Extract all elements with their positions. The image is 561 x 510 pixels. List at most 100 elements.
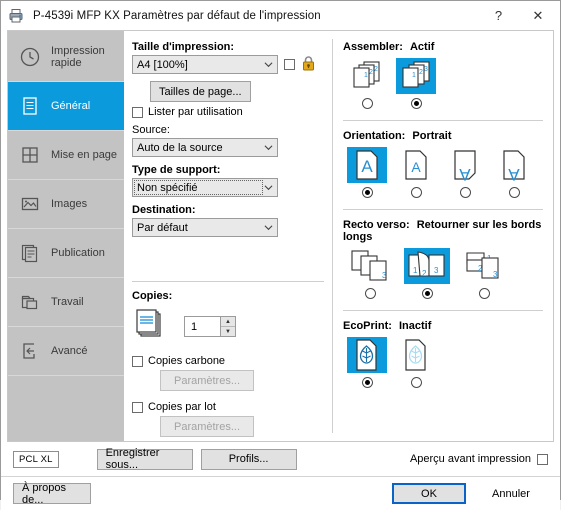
destination-label: Destination: (132, 204, 196, 216)
print-size-checkbox[interactable] (284, 59, 295, 70)
ecoprint-off-radio[interactable] (361, 377, 373, 388)
orientation-option-landscape-rotated[interactable]: A (494, 147, 534, 198)
left-pane-divider (132, 281, 324, 282)
orientation-option-portrait-rotated[interactable]: A (396, 147, 436, 198)
sidebar-item-mise-en-page[interactable]: Mise en page (8, 131, 124, 180)
carbon-copies-row[interactable]: Copies carbone (132, 355, 324, 367)
destination-value: Par défaut (137, 221, 188, 234)
duplex-off-radio[interactable] (364, 288, 376, 299)
sidebar-item-general[interactable]: Général (8, 82, 124, 131)
svg-text:3: 3 (424, 66, 428, 73)
ecoprint-option-off[interactable] (347, 337, 387, 388)
duplex-option-short-edge[interactable]: 1 2 3 (461, 248, 507, 299)
ecoprint-on-radio[interactable] (410, 377, 422, 388)
svg-text:3: 3 (382, 271, 387, 280)
svg-text:3: 3 (434, 266, 439, 275)
stacked-copies-icon (134, 308, 168, 345)
chevron-down-icon (264, 225, 273, 231)
batch-copies-row[interactable]: Copies par lot (132, 401, 324, 413)
ecoprint-value: Inactif (398, 320, 432, 332)
duplex-long-edge-icon: 1 2 3 (404, 248, 450, 284)
duplex-option-off[interactable]: 1 2 3 (347, 248, 393, 299)
list-by-use-row[interactable]: Lister par utilisation (132, 106, 324, 118)
orientation-value: Portrait (412, 130, 452, 142)
print-preview-checkbox[interactable] (537, 453, 548, 465)
collate-on-radio[interactable] (410, 98, 422, 109)
document-icon (18, 94, 42, 118)
svg-text:2: 2 (419, 69, 423, 76)
orientation-portrait-radio[interactable] (361, 187, 373, 198)
collate-title-label: Assembler: (343, 41, 403, 53)
collate-options: 2 2 1 3 2 1 (347, 58, 543, 109)
sidebar-item-publication[interactable]: Publication (8, 229, 124, 278)
duplex-long-edge-radio[interactable] (421, 288, 433, 299)
copies-stepper-buttons: ▲ ▼ (220, 317, 235, 336)
job-folder-icon (18, 290, 42, 314)
batch-copies-label: Copies par lot (148, 401, 216, 413)
duplex-divider (343, 310, 543, 311)
sidebar-item-label: Général (51, 99, 91, 112)
duplex-short-edge-radio[interactable] (478, 288, 490, 299)
destination-select[interactable]: Par défaut (132, 218, 278, 237)
media-type-select[interactable]: Non spécifié (132, 178, 278, 197)
page-sizes-button[interactable]: Tailles de page... (150, 81, 251, 102)
save-as-button[interactable]: Enregistrer sous... (96, 447, 193, 471)
picture-icon (18, 192, 42, 216)
orientation-option-landscape[interactable]: A (445, 147, 485, 198)
footer-buttons-row: À propos de... OK Annuler (1, 476, 560, 510)
collate-on-icon: 3 2 1 (396, 58, 436, 94)
collate-group-title: Assembler: Actif (343, 41, 543, 53)
orientation-portrait-rotated-radio[interactable] (410, 187, 422, 198)
ecoprint-group-title: EcoPrint: Inactif (343, 320, 543, 332)
profiles-button[interactable]: Profils... (200, 448, 297, 470)
svg-text:3: 3 (493, 270, 498, 279)
copies-decrement-button[interactable]: ▼ (221, 327, 235, 336)
close-button[interactable]: ✕ (516, 2, 560, 30)
sidebar-item-impression-rapide[interactable]: Impression rapide (8, 33, 124, 82)
collate-option-off[interactable]: 2 2 1 (347, 58, 387, 109)
collate-off-radio[interactable] (361, 98, 373, 109)
left-settings-pane: Taille d'impression: A4 [100%] Tailles d… (124, 31, 332, 441)
cancel-button[interactable]: Annuler (474, 483, 548, 504)
copies-increment-button[interactable]: ▲ (221, 317, 235, 327)
carbon-copies-settings-button: Paramètres... (160, 370, 254, 391)
svg-text:A: A (508, 165, 520, 182)
duplex-off-icon: 1 2 3 (347, 248, 393, 284)
dialog-body: Impression rapide Général Mise en page I… (1, 30, 560, 442)
orientation-options: A A A A (347, 147, 543, 198)
sidebar-item-avance[interactable]: Avancé (8, 327, 124, 376)
orientation-landscape-radio[interactable] (459, 187, 471, 198)
svg-text:A: A (411, 159, 421, 175)
sidebar-item-images[interactable]: Images (8, 180, 124, 229)
orientation-landscape-rotated-radio[interactable] (508, 187, 520, 198)
duplex-options: 1 2 3 (347, 248, 543, 299)
title-bar: P-4539i MFP KX Paramètres par défaut de … (1, 1, 560, 30)
chevron-down-icon (264, 185, 273, 191)
ecoprint-options (347, 337, 543, 388)
source-select[interactable]: Auto de la source (132, 138, 278, 157)
media-type-value: Non spécifié (137, 181, 198, 194)
print-size-select[interactable]: A4 [100%] (132, 55, 278, 74)
svg-text:A: A (361, 157, 373, 176)
copies-stepper[interactable]: 1 ▲ ▼ (184, 316, 236, 337)
about-button[interactable]: À propos de... (13, 482, 91, 506)
svg-text:2: 2 (374, 66, 378, 73)
list-by-use-checkbox[interactable] (132, 106, 143, 118)
portrait-rotated-icon: A (396, 147, 436, 183)
duplex-option-long-edge[interactable]: 1 2 3 (404, 248, 450, 299)
orientation-option-portrait[interactable]: A (347, 147, 387, 198)
ecoprint-option-on[interactable] (396, 337, 436, 388)
print-preview-row[interactable]: Aperçu avant impression (410, 453, 548, 465)
footer-actions-row: PCL XL Enregistrer sous... Profils... Ap… (1, 442, 560, 476)
collate-option-on[interactable]: 3 2 1 (396, 58, 436, 109)
arrow-into-page-icon (18, 339, 42, 363)
ok-button[interactable]: OK (392, 483, 466, 504)
sidebar-item-travail[interactable]: Travail (8, 278, 124, 327)
help-button[interactable]: ? (481, 2, 516, 30)
landscape-icon: A (445, 147, 485, 183)
batch-copies-checkbox[interactable] (132, 401, 143, 413)
sidebar-item-label: Images (51, 197, 88, 210)
carbon-copies-checkbox[interactable] (132, 355, 143, 367)
sidebar-item-label: Mise en page (51, 148, 118, 161)
stacked-pages-icon (18, 241, 42, 265)
